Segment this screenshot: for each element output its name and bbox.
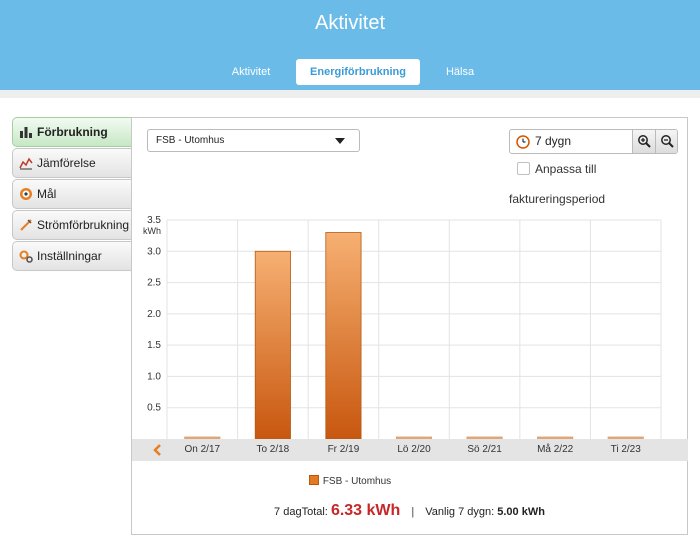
- billing-period-label-cont: faktureringsperiod: [509, 192, 606, 206]
- normal-value: 5.00 kWh: [497, 506, 545, 518]
- x-tick-label: Ti 2/23: [610, 444, 641, 455]
- sidebar-item-label: Inställningar: [37, 249, 102, 263]
- y-axis-unit-label: kWh: [143, 226, 161, 236]
- y-tick-label: 0.5: [147, 403, 161, 414]
- page-title: Aktivitet: [314, 12, 386, 34]
- total-value: 6.33 kWh: [330, 502, 401, 519]
- header-divider: [0, 90, 700, 98]
- x-tick-label: On 2/17: [184, 444, 221, 455]
- normal-label: Vanlig 7 dygn:: [425, 506, 495, 518]
- sidebar-item-label: Mål: [37, 187, 57, 201]
- sidebar-item-forbrukning[interactable]: Förbrukning: [12, 117, 132, 147]
- y-tick-label: 3.5: [147, 215, 161, 226]
- x-tick-label: To 2/18: [256, 444, 290, 455]
- zoom-in-icon: [638, 135, 651, 148]
- tab-aktivitet[interactable]: Aktivitet: [218, 59, 284, 85]
- y-tick-label: 3.0: [147, 246, 161, 257]
- sidebar-item-installningar[interactable]: Inställningar: [12, 241, 132, 271]
- zoom-out-button[interactable]: [655, 130, 677, 153]
- billing-period-label: Anpassa till: [535, 162, 597, 176]
- total-label: 7 dagTotal:: [274, 506, 328, 518]
- gear-icon: [19, 250, 33, 263]
- chart-bar: [254, 250, 291, 440]
- period-label[interactable]: 7 dygn: [535, 130, 571, 153]
- period-control: 7 dygn: [509, 129, 678, 154]
- totals-summary: 7 dagTotal: 6.33 kWh | Vanlig 7 dygn: 5.…: [131, 502, 688, 520]
- legend-label: FSB - Utomhus: [322, 476, 392, 487]
- x-tick-label: Sö 2/21: [467, 444, 502, 455]
- line-chart-icon: [19, 157, 33, 170]
- x-tick-label: Fr 2/19: [327, 444, 360, 455]
- sidebar-item-mal[interactable]: Mål: [12, 179, 132, 209]
- y-tick-label: 1.0: [147, 371, 161, 382]
- y-tick-label: 1.5: [147, 340, 161, 351]
- sidebar-item-jamforelse[interactable]: Jämförelse: [12, 148, 132, 178]
- location-select-value: FSB - Utomhus: [156, 135, 225, 146]
- tab-bar: Aktivitet Energiförbrukning Hälsa: [0, 59, 700, 85]
- chart-bar: [325, 232, 362, 440]
- billing-period-checkbox[interactable]: [517, 162, 530, 175]
- x-tick-label: Må 2/22: [537, 444, 574, 455]
- chart-navigation-bar: On 2/17 To 2/18 Fr 2/19 Lö 2/20 Sö 2/21 Må 2/…: [132, 439, 688, 461]
- tab-halsa[interactable]: Hälsa: [432, 59, 488, 85]
- app-header: Aktivitet Aktivitet Energiförbrukning Hä…: [0, 0, 700, 90]
- consumption-chart: 0.5 1.0 1.5 2.0 2.5 3.0 3.5kWh: [143, 215, 662, 440]
- zoom-in-button[interactable]: [632, 130, 655, 153]
- target-icon: [20, 188, 32, 200]
- bar-chart-icon: [20, 127, 32, 138]
- chevron-down-icon: [335, 138, 345, 144]
- x-tick-label: Lö 2/20: [397, 444, 431, 455]
- sidebar-item-label: Strömförbrukning: [37, 218, 130, 232]
- clock-icon: [516, 135, 530, 149]
- sidebar-item-label: Jämförelse: [37, 156, 96, 170]
- sidebar-item-stromforbrukning[interactable]: Strömförbrukning: [12, 210, 132, 240]
- y-tick-label: 2.5: [147, 278, 161, 289]
- tab-energiforbrukning[interactable]: Energiförbrukning: [296, 59, 420, 85]
- y-tick-label: 2.0: [147, 309, 161, 320]
- chart-legend[interactable]: FSB - Utomhus: [0, 475, 700, 487]
- chevron-left-icon[interactable]: [152, 444, 162, 456]
- plug-icon: [20, 219, 32, 231]
- totals-separator: |: [411, 506, 415, 518]
- location-select[interactable]: FSB - Utomhus: [147, 129, 360, 152]
- legend-swatch: [308, 475, 319, 485]
- sidebar-item-label: Förbrukning: [37, 125, 108, 139]
- zoom-out-icon: [661, 135, 674, 148]
- chart-area: 0.5 1.0 1.5 2.0 2.5 3.0 3.5 kWh: [131, 205, 688, 445]
